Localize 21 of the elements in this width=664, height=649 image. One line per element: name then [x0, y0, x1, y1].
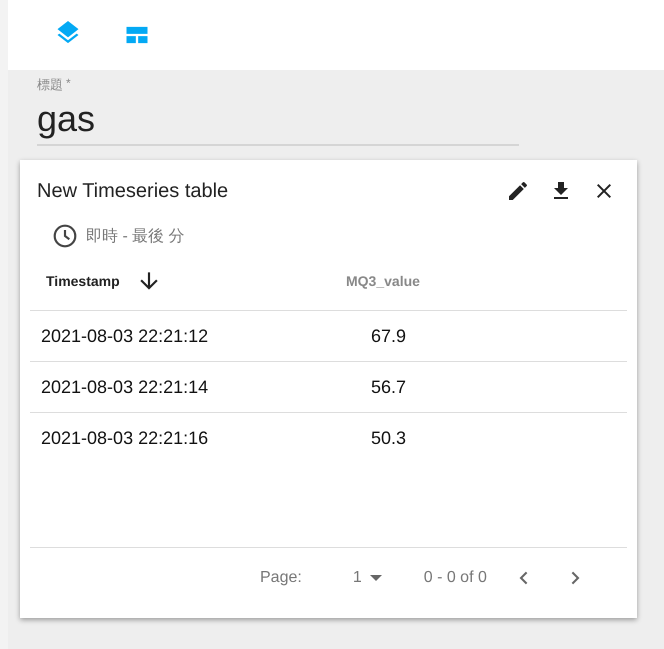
page-range: 0 - 0 of 0 — [424, 569, 487, 587]
clock-icon — [52, 223, 78, 249]
chevron-left-icon — [519, 571, 528, 585]
column-header[interactable]: Timestamp — [46, 273, 120, 289]
table-cell-text: 2021-08-03 22:21:16 — [40, 428, 210, 448]
page-select[interactable]: 1 — [352, 569, 382, 587]
page-label: Page: — [260, 569, 302, 587]
table-cell-text: 2021-08-03 22:21:12 — [40, 326, 210, 346]
timewindow-label: 即時 - 最後 分 — [86, 226, 185, 246]
widget-title: New Timeseries table — [37, 180, 228, 202]
required-mark: * — [66, 76, 71, 90]
table-cell-text: 56.7 — [370, 376, 406, 398]
pencil-icon — [506, 179, 530, 203]
chevron-right-icon — [571, 571, 580, 585]
table-cell-text: 50.3 — [370, 428, 406, 448]
table-cell-text: 67.9 — [370, 326, 406, 346]
table-cell-text: 2021-08-03 22:21:14 — [40, 376, 210, 398]
title-field[interactable]: gas — [37, 94, 519, 146]
field-label: 標題 — [37, 76, 63, 94]
column-header[interactable]: MQ3_value — [346, 273, 420, 289]
dropdown-caret-icon — [370, 575, 382, 581]
